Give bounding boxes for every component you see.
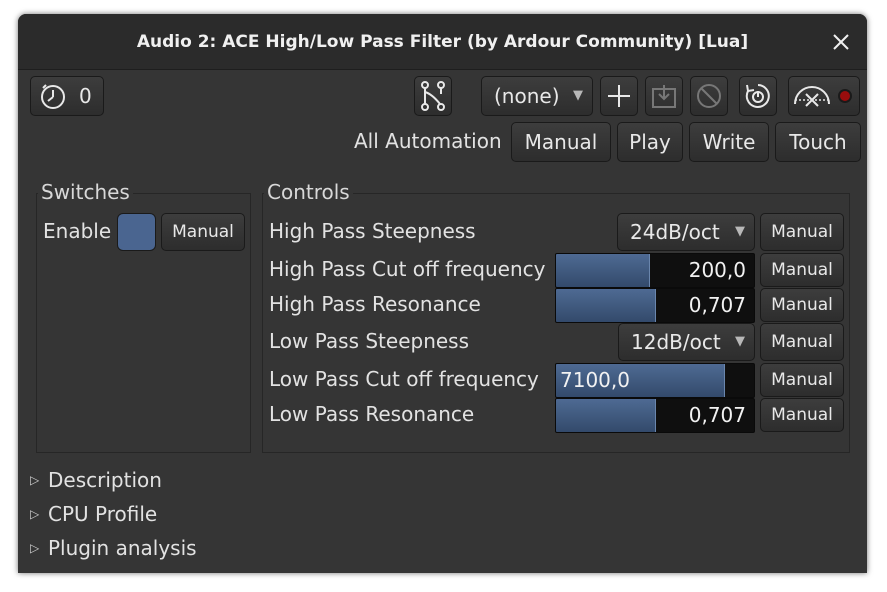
- slider-value: 0,707: [688, 293, 746, 317]
- control-label: High Pass Steepness: [269, 219, 476, 243]
- triangle-right-icon: ▷: [30, 507, 40, 521]
- slider-value: 200,0: [688, 258, 746, 282]
- plugin-window: Audio 2: ACE High/Low Pass Filter (by Ar…: [18, 14, 867, 573]
- routing-icon: [421, 81, 445, 111]
- expander-label: Plugin analysis: [48, 536, 197, 560]
- latency-value: 0: [79, 84, 92, 108]
- pin-routing-button[interactable]: [414, 76, 452, 116]
- record-led: [838, 89, 852, 103]
- automation-touch-button[interactable]: Touch: [775, 122, 861, 162]
- automation-mode-button[interactable]: Manual: [760, 323, 844, 361]
- window-title: Audio 2: ACE High/Low Pass Filter (by Ar…: [136, 32, 749, 52]
- delete-preset-button[interactable]: [690, 76, 728, 116]
- automation-mode-button[interactable]: Manual: [760, 363, 844, 397]
- slider-fill: [556, 254, 651, 287]
- prohibited-icon: [697, 84, 721, 108]
- automation-mode-button[interactable]: Manual: [760, 288, 844, 322]
- cpu-profile-expander[interactable]: ▷ CPU Profile: [30, 502, 157, 526]
- select-value: 24dB/oct: [630, 220, 720, 244]
- save-preset-button[interactable]: [645, 76, 683, 116]
- control-label: Low Pass Cut off frequency: [269, 367, 539, 391]
- select-value: 12dB/oct: [631, 330, 721, 354]
- slider-value: 0,707: [688, 403, 746, 427]
- automation-mode-button[interactable]: Manual: [760, 398, 844, 432]
- automation-mode-button[interactable]: Manual: [760, 213, 844, 251]
- plugin-analysis-expander[interactable]: ▷ Plugin analysis: [30, 536, 197, 560]
- chevron-down-icon: ▼: [735, 224, 745, 239]
- automation-write-button[interactable]: Write: [689, 122, 769, 162]
- stopwatch-icon: [41, 84, 65, 109]
- triangle-right-icon: ▷: [30, 473, 40, 487]
- control-label: High Pass Resonance: [269, 292, 481, 316]
- controls-title: Controls: [264, 180, 353, 204]
- reset-icon: [745, 84, 770, 108]
- bypass-icon: [794, 86, 830, 107]
- close-button[interactable]: [826, 28, 856, 56]
- high-pass-resonance-slider[interactable]: 0,707: [555, 288, 755, 323]
- enable-automation-button[interactable]: Manual: [161, 213, 245, 251]
- control-label: Low Pass Steepness: [269, 329, 470, 353]
- enable-label: Enable: [43, 219, 112, 243]
- low-pass-cutoff-slider[interactable]: 7100,0: [555, 363, 755, 398]
- low-pass-resonance-slider[interactable]: 0,707: [555, 398, 755, 433]
- reset-button[interactable]: [739, 76, 777, 116]
- expander-label: Description: [48, 468, 162, 492]
- automation-mode-button[interactable]: Manual: [760, 253, 844, 287]
- slider-value: 7100,0: [560, 368, 630, 392]
- automation-label: All Automation: [354, 129, 502, 153]
- titlebar[interactable]: Audio 2: ACE High/Low Pass Filter (by Ar…: [18, 14, 867, 70]
- low-pass-steepness-select[interactable]: 12dB/oct ▼: [618, 323, 755, 361]
- high-pass-cutoff-slider[interactable]: 200,0: [555, 253, 755, 288]
- control-label: Low Pass Resonance: [269, 402, 475, 426]
- chevron-down-icon: ▼: [735, 334, 745, 349]
- slider-fill: [556, 289, 656, 322]
- preset-select[interactable]: (none) ▼: [481, 76, 593, 116]
- enable-toggle[interactable]: [117, 213, 156, 251]
- latency-button[interactable]: 0: [30, 76, 104, 116]
- slider-fill: [556, 399, 656, 432]
- high-pass-steepness-select[interactable]: 24dB/oct ▼: [617, 213, 755, 251]
- description-expander[interactable]: ▷ Description: [30, 468, 162, 492]
- automation-play-button[interactable]: Play: [617, 122, 683, 162]
- expander-label: CPU Profile: [48, 502, 158, 526]
- bypass-button[interactable]: [788, 76, 860, 116]
- triangle-right-icon: ▷: [30, 541, 40, 555]
- add-preset-button[interactable]: [600, 76, 638, 116]
- save-icon: [652, 85, 676, 108]
- plus-icon: [608, 85, 630, 107]
- automation-manual-button[interactable]: Manual: [511, 122, 611, 162]
- close-icon: [833, 34, 849, 50]
- switches-title: Switches: [38, 180, 133, 204]
- preset-value: (none): [494, 84, 560, 108]
- chevron-down-icon: ▼: [573, 88, 583, 103]
- control-label: High Pass Cut off frequency: [269, 257, 546, 281]
